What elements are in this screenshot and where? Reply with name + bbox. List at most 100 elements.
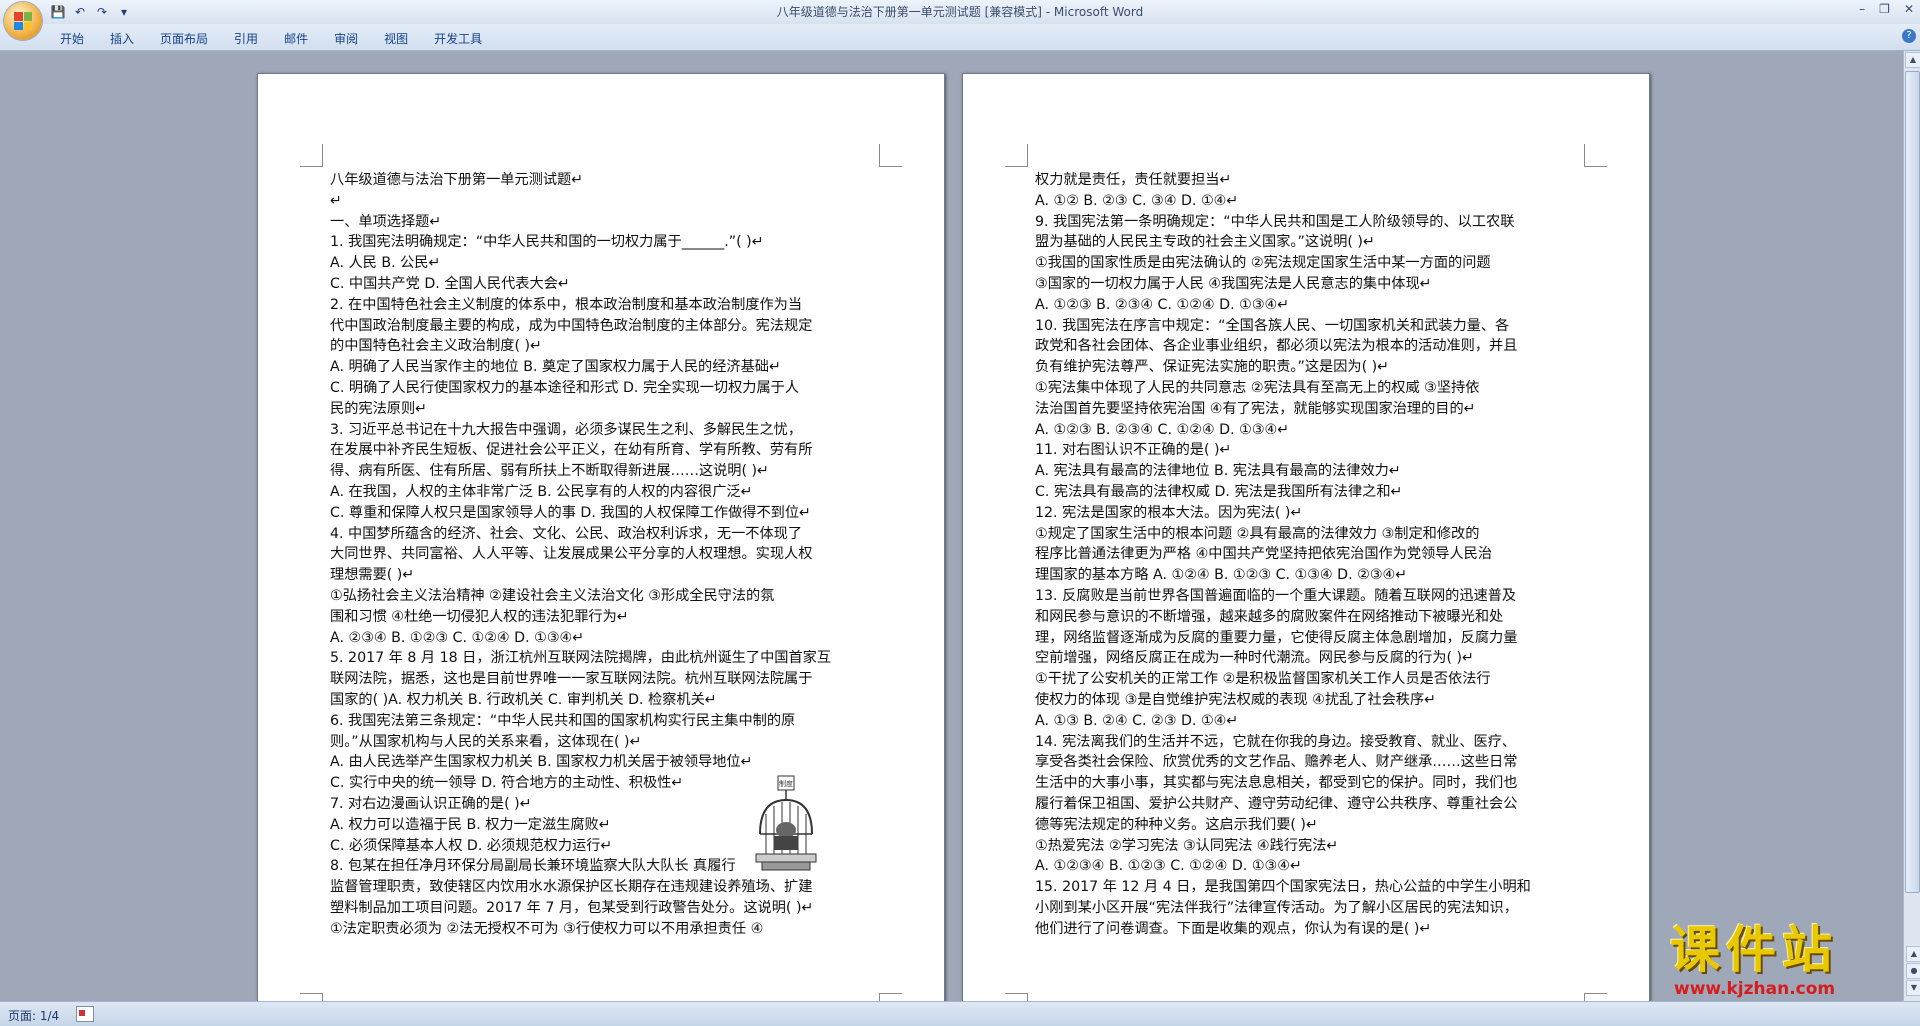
text-line: 使权力的体现 ③是自觉维护宪法权威的表现 ④扰乱了社会秩序↵ (1035, 691, 1437, 708)
text-line: 5. 2017 年 8 月 18 日，浙江杭州互联网法院揭牌，由此杭州诞生了中国… (330, 650, 832, 667)
office-logo-icon (14, 12, 32, 30)
scroll-thumb[interactable] (1905, 71, 1920, 893)
text-line: ①法定职责必须为 ②法无授权不可为 ③行使权力可以不用承担责任 ④ (330, 920, 764, 937)
text-line: 4. 中国梦所蕴含的经济、社会、文化、公民、政治权利诉求，无一不体现了 (330, 525, 803, 542)
text-line: 9. 我国宪法第一条明确规定：“中华人民共和国是工人阶级领导的、以工农联 (1035, 213, 1515, 230)
crop-mark (879, 144, 902, 167)
text-line: 德等宪法规定的种种义务。这启示我们要( )↵ (1035, 816, 1318, 833)
text-line: ①热爱宪法 ②学习宪法 ③认同宪法 ④践行宪法↵ (1035, 837, 1339, 854)
text-line: ③国家的一切权力属于人民 ④我国宪法是人民意志的集中体现↵ (1035, 275, 1432, 292)
tab-home[interactable]: 开始 (60, 28, 98, 49)
ribbon-tabs: 开始 插入 页面布局 引用 邮件 审阅 视图 开发工具 (60, 28, 508, 49)
text-line: 塑料制品加工项目问题。2017 年 7 月，包某受到行政警告处分。这说明( )↵ (330, 899, 814, 916)
text-line: 盟为基础的人民民主专政的社会主义国家。”这说明( )↵ (1035, 234, 1375, 251)
text-line: A. ①②③ B. ②③④ C. ①②④ D. ①③④↵ (1035, 296, 1290, 313)
text-line: 他们进行了问卷调查。下面是收集的观点，你认为有误的是( )↵ (1035, 920, 1432, 937)
office-button[interactable] (4, 2, 42, 40)
watermark-logo: 课件站 www.kjzhan.com (1666, 922, 1916, 1002)
text-line: 代中国政治制度最主要的构成，成为中国特色政治制度的主体部分。宪法规定 (330, 317, 813, 334)
text-line: 民的宪法原则↵ (330, 400, 428, 417)
text-line: 在发展中补齐民生短板、促进社会公平正义，在幼有所育、学有所教、劳有所 (330, 442, 813, 459)
proofing-icon[interactable] (76, 1006, 94, 1022)
text-line: C. 尊重和保障人权只是国家领导人的事 D. 我国的人权保障工作做得不到位↵ (330, 504, 811, 521)
help-icon[interactable]: ? (1902, 29, 1916, 43)
text-line: 6. 我国宪法第三条规定：“中华人民共和国的国家机构实行民主集中制的原 (330, 712, 796, 729)
text-line: A. ①②③④ B. ①②③ C. ①②④ D. ①③④↵ (1035, 858, 1302, 875)
text-line: ↵ (330, 192, 342, 209)
text-line: 和网民参与意识的不断增强，越来越多的腐败案件在网络推动下被曝光和处 (1035, 608, 1504, 625)
redo-icon[interactable]: ↷ (94, 4, 110, 20)
text-line: ①宪法集中体现了人民的共同意志 ②宪法具有至高无上的权威 ③坚持依 (1035, 379, 1480, 396)
text-line: 3. 习近平总书记在十九大报告中强调，必须多谋民生之利、多解民生之忧， (330, 421, 803, 438)
text-line: 大同世界、共同富裕、人人平等、让发展成果公平分享的人权理想。实现人权 (330, 546, 813, 563)
text-line: 联网法院，据悉，这也是目前世界唯一一家互联网法院。杭州互联网法院属于 (330, 671, 813, 688)
text-line: 理想需要( )↵ (330, 567, 415, 584)
text-line: C. 明确了人民行使国家权力的基本途径和形式 D. 完全实现一切权力属于人 (330, 379, 800, 396)
tab-review[interactable]: 审阅 (334, 28, 372, 49)
text-line: 则。”从国家机构与人民的关系来看，这体现在( )↵ (330, 733, 642, 750)
text-line: 空前增强，网络反腐正在成为一种时代潮流。网民参与反腐的行为( )↵ (1035, 650, 1474, 667)
scroll-up-icon[interactable]: ▲ (1905, 52, 1920, 68)
quick-access-toolbar: 💾 ↶ ↷ ▾ (50, 3, 132, 21)
text-line: 法治国首先要坚持依宪治国 ④有了宪法，就能够实现国家治理的目的↵ (1035, 400, 1476, 417)
text-line: 八年级道德与法治下册第一单元测试题↵ (330, 172, 584, 188)
customize-toolbar-icon[interactable]: ▾ (116, 4, 132, 20)
text-line: C. 中国共产党 D. 全国人民代表大会↵ (330, 275, 570, 292)
text-line: 15. 2017 年 12 月 4 日，是我国第四个国家宪法日，热心公益的中学生… (1035, 879, 1531, 896)
vertical-scrollbar[interactable]: ▲ ▲ ● ▼ (1903, 51, 1920, 1001)
document-page-1: 八年级道德与法治下册第一单元测试题↵ ↵ 一、单项选择题↵ 1. 我国宪法明确规定：… (257, 73, 945, 1001)
text-line: A. 宪法具有最高的法律地位 B. 宪法具有最高的法律效力↵ (1035, 463, 1401, 480)
text-line: 11. 对右图认识不正确的是( )↵ (1035, 442, 1232, 459)
text-line: 享受各类社会保险、欣赏优秀的文艺作品、赡养老人、财产继承……这些日常 (1035, 754, 1518, 771)
crop-mark (1584, 144, 1607, 167)
title-bar: 八年级道德与法治下册第一单元测试题 [兼容模式] - Microsoft Wor… (0, 0, 1920, 24)
minimize-button[interactable]: – (1859, 2, 1865, 16)
restore-button[interactable]: ❐ (1879, 2, 1890, 16)
text-line: 13. 反腐败是当前世界各国普遍面临的一个重大课题。随着互联网的迅速普及 (1035, 587, 1517, 604)
text-line: A. ②③④ B. ①②③ C. ①②④ D. ①③④↵ (330, 629, 585, 646)
tab-mailings[interactable]: 邮件 (284, 28, 322, 49)
page-count-status[interactable]: 页面: 1/4 (8, 1007, 59, 1024)
save-icon[interactable]: 💾 (50, 4, 66, 20)
watermark-title: 课件站 (1670, 921, 1838, 979)
text-line: 政党和各社会团体、各企业事业组织，都必须以宪法为根本的活动准则，并且 (1035, 338, 1518, 355)
close-button[interactable]: ✕ (1904, 2, 1914, 16)
text-line: 10. 我国宪法在序言中规定：“全国各族人民、一切国家机关和武装力量、各 (1035, 317, 1510, 334)
document-area: 八年级道德与法治下册第一单元测试题↵ ↵ 一、单项选择题↵ 1. 我国宪法明确规定：… (0, 51, 1904, 1001)
text-line: A. 人民 B. 公民↵ (330, 255, 441, 272)
text-line: 负有维护宪法尊严、保证宪法实施的职责。”这是因为( )↵ (1035, 359, 1390, 376)
text-line: 履行着保卫祖国、爱护公共财产、遵守劳动纪律、遵守公共秩序、尊重社会公 (1035, 795, 1518, 812)
cage-cartoon-image: 制度 (755, 775, 817, 871)
text-line: 12. 宪法是国家的根本大法。因为宪法( )↵ (1035, 504, 1303, 521)
tab-page-layout[interactable]: 页面布局 (160, 28, 222, 49)
text-line: 理国家的基本方略 A. ①②④ B. ①②③ C. ①③④ D. ②③④↵ (1035, 567, 1408, 584)
crop-mark (300, 993, 323, 1001)
tab-view[interactable]: 视图 (384, 28, 422, 49)
text-line: 一、单项选择题↵ (330, 213, 442, 230)
crop-mark (1005, 144, 1028, 167)
ribbon-tab-bar: 开始 插入 页面布局 引用 邮件 审阅 视图 开发工具 ? (0, 24, 1920, 51)
undo-icon[interactable]: ↶ (72, 4, 88, 20)
text-line: 国家的( )A. 权力机关 B. 行政机关 C. 审判机关 D. 检察机关↵ (330, 691, 717, 708)
text-line: C. 宪法具有最高的法律权威 D. 宪法是我国所有法律之和↵ (1035, 483, 1403, 500)
crop-mark (1005, 993, 1028, 1001)
window-title: 八年级道德与法治下册第一单元测试题 [兼容模式] - Microsoft Wor… (776, 5, 1144, 19)
text-line: 围和习惯 ④杜绝一切侵犯人权的违法犯罪行为↵ (330, 608, 629, 625)
tab-insert[interactable]: 插入 (110, 28, 148, 49)
text-line: A. 明确了人民当家作主的地位 B. 奠定了国家权力属于人民的经济基础↵ (330, 359, 781, 376)
window-controls: – ❐ ✕ (1859, 2, 1914, 16)
text-line: A. ①② B. ②③ C. ③④ D. ①④↵ (1035, 192, 1239, 209)
text-line: ①弘扬社会主义法治精神 ②建设社会主义法治文化 ③形成全民守法的氛 (330, 587, 775, 604)
text-line: ①规定了国家生活中的根本问题 ②具有最高的法律效力 ③制定和修改的 (1035, 525, 1480, 542)
page-2-text[interactable]: 权力就是责任，责任就要担当↵ A. ①② B. ②③ C. ③④ D. ①④↵ 9.… (1035, 170, 1580, 939)
tab-references[interactable]: 引用 (234, 28, 272, 49)
text-line: 权力就是责任，责任就要担当↵ (1035, 172, 1232, 188)
text-line: 程序比普通法律更为严格 ④中国共产党坚持把依宪治国作为党领导人民治 (1035, 546, 1493, 563)
tab-developer[interactable]: 开发工具 (434, 28, 496, 49)
text-line: 得、病有所医、住有所居、弱有所扶上不断取得新进展……这说明( )↵ (330, 463, 769, 480)
status-bar: 页面: 1/4 (0, 1001, 1920, 1026)
text-line: 14. 宪法离我们的生活并不远，它就在你我的身边。接受教育、就业、医疗、 (1035, 733, 1517, 750)
text-line: 理，网络监督逐渐成为反腐的重要力量，它使得反腐主体急剧增加，反腐力量 (1035, 629, 1518, 646)
text-line: ①我国的国家性质是由宪法确认的 ②宪法规定国家生活中某一方面的问题 (1035, 255, 1491, 272)
text-line: 1. 我国宪法明确规定：“中华人民共和国的一切权力属于______.”( )↵ (330, 234, 764, 251)
